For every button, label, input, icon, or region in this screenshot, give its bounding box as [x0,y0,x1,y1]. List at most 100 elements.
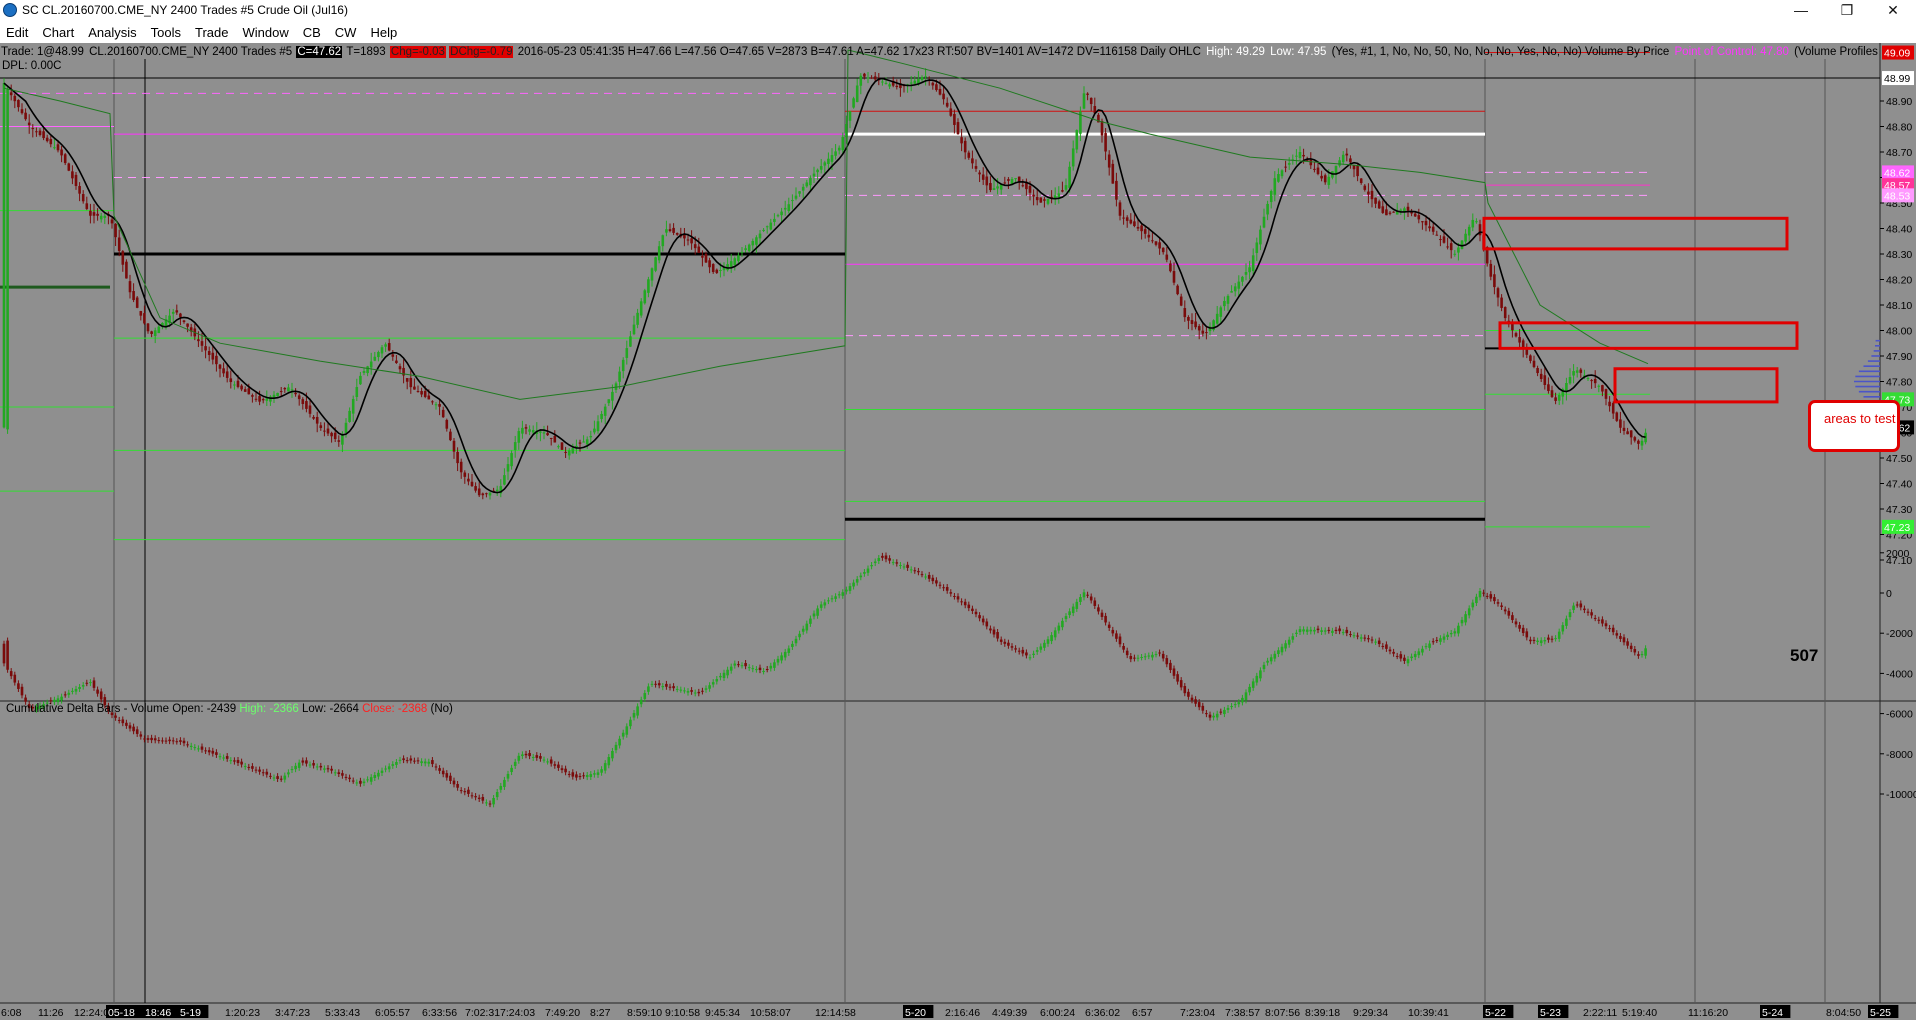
price-bar-body [92,212,96,216]
delta-bar-body [837,594,841,596]
delta-bar-body [1399,654,1403,659]
price-bar-body [1302,154,1305,157]
dpl-label: DPL: 0.00C [2,60,62,72]
price-bar-body [405,378,409,382]
delta-bar-body [420,761,423,764]
delta-bar-body [1547,637,1550,640]
price-bar-body [621,359,625,372]
price-bar-body [1399,209,1403,211]
delta-tick-label: -10000 [1886,789,1916,801]
maximize-button[interactable]: ❐ [1824,0,1870,22]
price-bar-body [1082,93,1086,109]
delta-bar-body [1385,644,1388,649]
price-bar-body [207,351,211,355]
areas-to-test-callout[interactable]: areas to test [1808,400,1900,452]
price-bar-body [1057,193,1061,198]
price-bar-body [1017,176,1021,182]
price-bar-body [567,450,571,456]
menu-analysis[interactable]: Analysis [82,22,144,40]
price-bar-body [1467,226,1471,236]
menu-cb[interactable]: CB [297,22,329,40]
price-bar-body [881,81,884,83]
chart-canvas[interactable]: 48.9048.8048.7048.6048.5048.4048.3048.20… [0,43,1916,1020]
price-bar-body [1129,219,1133,224]
delta-bar-body [1424,646,1428,648]
price-bar-body [1277,174,1280,182]
delta-bar-body [787,648,791,653]
price-bar-body [1154,241,1158,245]
delta-bar-body [935,580,938,584]
menu-tools[interactable]: Tools [145,22,189,40]
delta-bar-body [711,682,715,685]
delta-bar-body [1007,642,1010,646]
delta-bar-body [1374,641,1377,643]
price-bar-body [1219,307,1223,317]
delta-bar-body [117,719,121,721]
price-bar-body [787,204,791,211]
delta-bar-body [503,779,506,787]
price-bar-body [1086,93,1089,95]
delta-bar-body [985,621,989,627]
time-tick-label: 6:57 [1132,1007,1153,1019]
price-bar-body [477,488,481,496]
minimize-button[interactable]: — [1778,0,1824,22]
price-bar-body [74,174,78,186]
delta-bar-body [1241,697,1244,703]
menu-trade[interactable]: Trade [189,22,236,40]
delta-bar-body [863,572,866,574]
price-bar-body [1417,215,1421,220]
price-bar-body [747,244,751,252]
delta-bar-body [1619,635,1622,639]
price-bar-body [650,268,654,281]
price-badge-label: 48.53 [1884,190,1910,202]
delta-bar-body [1172,668,1176,676]
price-bar-body [1475,221,1478,223]
delta-bar-body [337,772,341,775]
time-tick-label: 5-19 [180,1007,201,1019]
menu-help[interactable]: Help [364,22,405,40]
delta-bar-body [1597,619,1601,621]
time-tick-label: 12:24:0 [74,1007,109,1019]
delta-bar-body [567,773,571,775]
delta-bar-body [222,757,225,759]
price-bar-body [481,493,485,496]
delta-bar-body [701,690,704,692]
price-bar-body [153,330,157,337]
delta-bar-body [1500,605,1503,607]
delta-bar-body [171,740,175,742]
price-bar-body [1226,295,1230,304]
chart-area[interactable]: 48.9048.8048.7048.6048.5048.4048.3048.20… [0,43,1916,1020]
delta-bar-body [1583,608,1586,611]
delta-bar-body [319,765,323,768]
close-button[interactable]: ✕ [1870,0,1916,22]
price-tick-label: 48.40 [1886,224,1912,236]
delta-bar-body [1125,650,1129,656]
price-bar-body [1233,286,1237,292]
menu-chart[interactable]: Chart [36,22,82,40]
delta-bar-body [632,713,636,718]
delta-bar-body [323,768,326,770]
delta-bar-body [456,784,459,788]
delta-bar-body [657,683,661,686]
price-bar-body [85,203,89,209]
delta-bar-body [827,600,830,602]
price-bar-body [704,253,708,263]
menu-cw[interactable]: CW [329,22,365,40]
price-bar-body [931,82,935,86]
menu-window[interactable]: Window [236,22,296,40]
delta-bar-body [1403,657,1406,661]
delta-bar-body [1388,649,1392,652]
delta-bar-body [571,772,575,777]
delta-bar-body [1316,628,1320,631]
delta-bar-body [1305,629,1309,632]
price-bar-body [1043,199,1046,201]
delta-bar-body [1521,627,1525,634]
price-bar-body [708,260,711,268]
price-bar-body [686,239,690,241]
delta-bar-body [1439,638,1442,642]
delta-bar-body [690,690,693,692]
menu-edit[interactable]: Edit [0,22,36,40]
delta-bar-body [391,764,395,766]
price-bar-body [423,391,427,397]
delta-bar-body [355,782,359,784]
